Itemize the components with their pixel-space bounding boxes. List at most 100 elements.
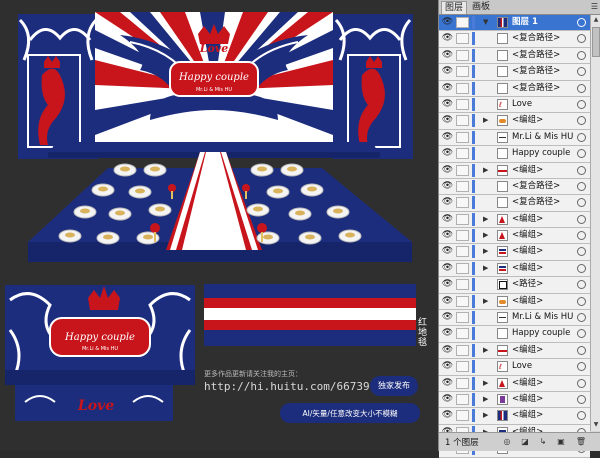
visibility-eye-icon[interactable]: 👁 (441, 410, 454, 421)
visibility-eye-icon[interactable]: 👁 (441, 263, 454, 274)
layer-row[interactable]: 👁 <复合路径> (439, 64, 590, 81)
lock-toggle[interactable] (456, 131, 469, 143)
expand-triangle-icon[interactable]: ▶ (483, 345, 488, 356)
visibility-eye-icon[interactable]: 👁 (441, 296, 454, 307)
lock-toggle[interactable] (456, 148, 469, 160)
layer-row[interactable]: 👁 <复合路径> (439, 80, 590, 97)
visibility-eye-icon[interactable]: 👁 (441, 115, 454, 126)
layer-row[interactable]: 👁 ▶ <编组> (439, 293, 590, 311)
target-circle-icon[interactable] (577, 34, 586, 44)
visibility-eye-icon[interactable]: 👁 (441, 165, 454, 176)
layer-row[interactable]: 👁 <复合路径> (439, 31, 590, 48)
lock-toggle[interactable] (456, 82, 469, 94)
visibility-eye-icon[interactable]: 👁 (441, 394, 454, 405)
target-circle-icon[interactable] (577, 198, 586, 208)
target-circle-icon[interactable] (577, 394, 586, 404)
lock-toggle[interactable] (456, 361, 469, 373)
expand-triangle-icon[interactable]: ▶ (483, 230, 488, 241)
target-circle-icon[interactable] (577, 132, 586, 142)
visibility-eye-icon[interactable]: 👁 (441, 230, 454, 241)
layer-row[interactable]: 👁 ▶ <编组> (439, 162, 590, 179)
lock-toggle[interactable] (456, 279, 469, 291)
tab-layers[interactable]: 图层 (441, 1, 468, 14)
expand-triangle-icon[interactable]: ▶ (483, 410, 488, 421)
expand-triangle-icon[interactable]: ▶ (483, 246, 488, 257)
target-circle-icon[interactable] (577, 99, 586, 109)
layer-row[interactable]: 👁 Mr.Li & Mis HU (439, 129, 590, 147)
target-circle-icon[interactable] (577, 165, 586, 175)
layer-row[interactable]: 👁 ▶ <编组> (439, 113, 590, 130)
expand-triangle-icon[interactable]: ▶ (483, 214, 488, 225)
target-circle-icon[interactable] (577, 411, 586, 421)
promo-url[interactable]: http://hi.huitu.com/66739 (204, 380, 370, 393)
target-circle-icon[interactable] (577, 149, 586, 159)
lock-toggle[interactable] (456, 115, 469, 127)
lock-toggle[interactable] (456, 33, 469, 45)
layer-row[interactable]: 👁 ▶ <编组> (439, 408, 590, 425)
visibility-eye-icon[interactable]: 👁 (441, 181, 454, 192)
scroll-down-icon[interactable]: ▼ (592, 421, 600, 430)
tab-artboards[interactable]: 画板 (469, 1, 493, 13)
visibility-eye-icon[interactable]: 👁 (441, 345, 454, 356)
layer-row[interactable]: 👁 ▶ <编组> (439, 260, 590, 278)
layer-row[interactable]: 👁 Happy couple (439, 326, 590, 343)
layer-row[interactable]: 👁 ▼ 图层 1 (439, 15, 590, 32)
visibility-eye-icon[interactable]: 👁 (441, 83, 454, 94)
layer-row[interactable]: 👁 ▶ <编组> (439, 244, 590, 261)
lock-toggle[interactable] (456, 66, 469, 78)
new-sublayer-icon[interactable]: ↳ (537, 436, 549, 447)
layer-row[interactable]: 👁 <复合路径> (439, 195, 590, 212)
layer-row[interactable]: 👁 ℓ Love (439, 359, 590, 376)
expand-triangle-icon[interactable]: ▶ (483, 115, 488, 126)
visibility-eye-icon[interactable]: 👁 (441, 312, 454, 323)
visibility-eye-icon[interactable]: 👁 (441, 214, 454, 225)
layer-row[interactable]: 👁 <路径> (439, 277, 590, 294)
lock-toggle[interactable] (456, 410, 469, 422)
target-circle-icon[interactable] (577, 247, 586, 257)
target-circle-icon[interactable] (577, 231, 586, 241)
locate-object-icon[interactable]: ◎ (501, 436, 513, 447)
target-circle-icon[interactable] (577, 378, 586, 388)
target-circle-icon[interactable] (577, 214, 586, 224)
target-circle-icon[interactable] (577, 181, 586, 191)
visibility-eye-icon[interactable]: 👁 (441, 197, 454, 208)
lock-toggle[interactable] (456, 49, 469, 61)
target-circle-icon[interactable] (577, 280, 586, 290)
layer-row[interactable]: 👁 ▶ <编组> (439, 375, 590, 392)
lock-toggle[interactable] (456, 262, 469, 274)
lock-toggle[interactable] (456, 246, 469, 258)
lock-toggle[interactable] (456, 98, 469, 110)
expand-triangle-icon[interactable]: ▶ (483, 165, 488, 176)
visibility-eye-icon[interactable]: 👁 (441, 132, 454, 143)
lock-toggle[interactable] (456, 17, 469, 28)
clipping-mask-icon[interactable]: ◪ (519, 436, 531, 447)
lock-toggle[interactable] (456, 295, 469, 307)
visibility-eye-icon[interactable]: 👁 (441, 279, 454, 290)
visibility-eye-icon[interactable]: 👁 (441, 328, 454, 339)
scroll-up-icon[interactable]: ▲ (592, 16, 600, 25)
expand-triangle-icon[interactable]: ▼ (483, 17, 488, 28)
target-circle-icon[interactable] (577, 50, 586, 60)
lock-toggle[interactable] (456, 213, 469, 225)
target-circle-icon[interactable] (577, 345, 586, 355)
target-circle-icon[interactable] (577, 329, 586, 339)
visibility-eye-icon[interactable]: 👁 (441, 148, 454, 159)
layer-row[interactable]: 👁 <复合路径> (439, 178, 590, 196)
layer-row[interactable]: 👁 ▶ <编组> (439, 211, 590, 229)
layer-row[interactable]: 👁 Mr.Li & Mis HU (439, 310, 590, 327)
layer-list-scrollbar[interactable]: ▲ ▼ (590, 15, 600, 431)
layer-row[interactable]: 👁 ℓ Love (439, 96, 590, 114)
lock-toggle[interactable] (456, 197, 469, 209)
lock-toggle[interactable] (456, 180, 469, 192)
target-circle-icon[interactable] (577, 18, 586, 27)
visibility-eye-icon[interactable]: 👁 (441, 246, 454, 257)
visibility-eye-icon[interactable]: 👁 (441, 50, 454, 61)
target-circle-icon[interactable] (577, 83, 586, 93)
target-circle-icon[interactable] (577, 116, 586, 126)
target-circle-icon[interactable] (577, 296, 586, 306)
layer-row[interactable]: 👁 ▶ <编组> (439, 228, 590, 245)
artboard-canvas[interactable]: Love Happy couple Mr.Li & Mis HU Happy c… (0, 0, 438, 451)
lock-toggle[interactable] (456, 312, 469, 324)
layer-row[interactable]: 👁 ▶ <编组> (439, 342, 590, 360)
visibility-eye-icon[interactable]: 👁 (441, 361, 454, 372)
